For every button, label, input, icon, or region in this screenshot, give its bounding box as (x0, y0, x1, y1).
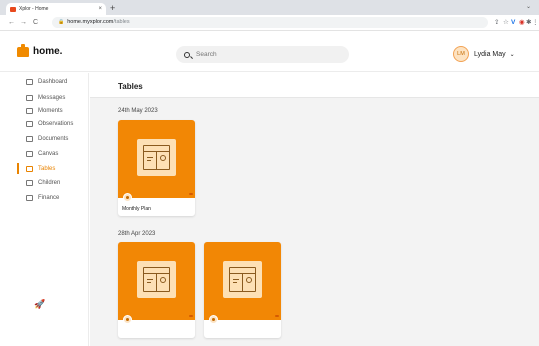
user-name[interactable]: Lydia May (474, 51, 506, 58)
canvas-icon (26, 150, 33, 157)
finance-icon (26, 194, 33, 201)
card-corner-marker (275, 315, 279, 317)
chevron-down-icon[interactable]: ⌄ (510, 51, 515, 58)
sidebar-item-tables[interactable]: Tables (0, 163, 89, 174)
sidebar-item-label: Dashboard (38, 78, 68, 85)
browser-tab-title: Xplor - Home (19, 6, 49, 12)
sidebar-item-label: Children (38, 179, 61, 186)
home-logo[interactable]: home. (17, 43, 63, 57)
avatar[interactable]: LM (453, 46, 469, 62)
card-thumbnail (204, 242, 281, 320)
page-header: Tables (90, 73, 539, 98)
table-card[interactable] (118, 242, 195, 338)
lock-icon: 🔒 (58, 19, 65, 25)
section-date: 28th Apr 2023 (118, 231, 156, 237)
sidebar-item-label: Finance (38, 194, 60, 201)
table-board-icon (137, 139, 176, 176)
new-tab-button[interactable]: + (110, 2, 115, 14)
page-title: Tables (118, 82, 143, 91)
more-menu-icon[interactable]: ⋮ (532, 18, 539, 28)
app-header: home. LM Lydia May ⌄ (0, 32, 539, 72)
url-bar[interactable]: 🔒 home.myxplor.com/tables (52, 17, 488, 28)
extensions-puzzle-icon[interactable]: ✱ (526, 18, 531, 28)
sidebar-item-dashboard[interactable]: Dashboard (0, 76, 89, 87)
table-board-icon (137, 261, 176, 298)
sidebar-item-label: Moments (38, 107, 63, 114)
extension-v-icon[interactable]: V (511, 18, 515, 28)
browser-address-bar: ← → C 🔒 home.myxplor.com/tables ⇪ ☆ V ◉ ✱… (0, 15, 539, 31)
creator-avatar (209, 315, 218, 324)
tables-icon (26, 165, 33, 172)
table-card[interactable] (204, 242, 281, 338)
table-card[interactable]: Monthly Plan (118, 120, 195, 216)
reload-button[interactable]: C (33, 18, 38, 28)
share-icon[interactable]: ⇪ (494, 18, 499, 28)
search-bar[interactable] (176, 46, 349, 63)
home-logo-icon (17, 43, 29, 57)
card-thumbnail (118, 120, 195, 198)
rocket-icon[interactable]: 🚀 (34, 299, 45, 310)
search-icon (184, 51, 190, 58)
sidebar-item-documents[interactable]: Documents (0, 133, 89, 144)
url-path: /tables (113, 19, 130, 25)
xplor-favicon-icon (10, 6, 16, 12)
sidebar-item-label: Messages (38, 94, 66, 101)
documents-icon (26, 135, 33, 142)
main-content: Tables 24th May 2023 Monthly Plan 28th A… (90, 73, 539, 346)
close-tab-icon[interactable]: × (98, 6, 102, 12)
moments-icon (26, 107, 33, 114)
logo-text: home. (33, 46, 63, 57)
observations-icon (26, 120, 33, 127)
messages-icon (26, 94, 33, 101)
card-corner-marker (189, 193, 193, 195)
dashboard-icon (26, 78, 33, 85)
sidebar-item-messages[interactable]: Messages (0, 92, 89, 103)
creator-avatar (123, 315, 132, 324)
browser-tab[interactable]: Xplor - Home × (6, 3, 106, 15)
tab-search-chevron-icon[interactable]: ⌄ (526, 3, 531, 10)
sidebar: Dashboard Messages Moments Observations … (0, 73, 89, 346)
url-host: home.myxplor.com (67, 19, 114, 25)
forward-button[interactable]: → (20, 18, 27, 28)
search-input[interactable] (196, 51, 336, 58)
user-menu[interactable]: LM Lydia May ⌄ (453, 46, 515, 62)
sidebar-item-moments[interactable]: Moments (0, 105, 89, 116)
sidebar-item-canvas[interactable]: Canvas (0, 148, 89, 159)
browser-tab-bar: Xplor - Home × + ⌄ (0, 0, 539, 15)
extension-record-icon[interactable]: ◉ (519, 18, 525, 28)
card-thumbnail (118, 242, 195, 320)
back-button[interactable]: ← (8, 18, 15, 28)
creator-avatar (123, 193, 132, 202)
table-board-icon (223, 261, 262, 298)
sidebar-item-children[interactable]: Children (0, 177, 89, 188)
sidebar-item-label: Canvas (38, 150, 59, 157)
sidebar-item-label: Tables (38, 165, 56, 172)
card-corner-marker (189, 315, 193, 317)
section-date: 24th May 2023 (118, 108, 158, 114)
sidebar-item-observations[interactable]: Observations (0, 118, 89, 129)
sidebar-item-label: Documents (38, 135, 69, 142)
children-icon (26, 179, 33, 186)
bookmark-star-icon[interactable]: ☆ (503, 18, 509, 28)
sidebar-item-finance[interactable]: Finance (0, 192, 89, 203)
sidebar-item-label: Observations (38, 120, 74, 127)
